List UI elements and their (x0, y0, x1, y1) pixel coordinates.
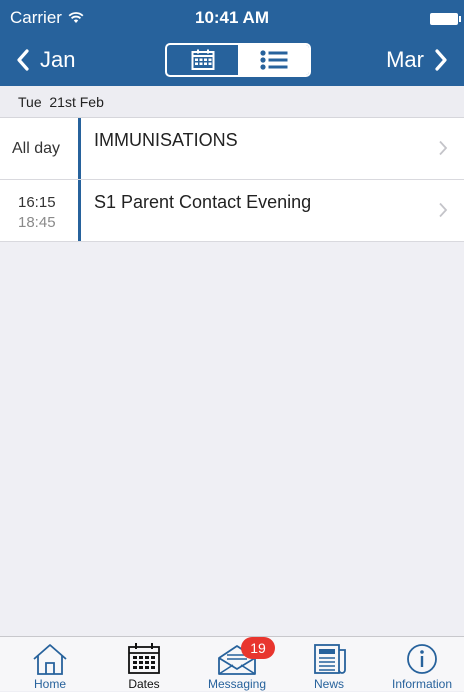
start-time: 16:15 (18, 194, 56, 211)
time-divider (78, 118, 81, 179)
list-view-button[interactable] (238, 45, 309, 75)
tab-news[interactable]: News (283, 637, 375, 692)
end-time: 18:45 (18, 214, 56, 231)
event-row-immunisations[interactable]: All day IMMUNISATIONS (0, 118, 464, 180)
battery-icon (430, 13, 461, 25)
tab-label: Dates (128, 677, 160, 691)
status-bar: Carrier 10:41 AM (0, 0, 464, 34)
previous-month-label: Jan (40, 47, 76, 72)
chevron-right-icon (435, 49, 447, 71)
home-icon (33, 644, 67, 675)
chevron-right-icon (439, 140, 448, 156)
status-time: 10:41 AM (194, 8, 269, 27)
tab-bar: Home Dates 19 Messaging News Information (0, 636, 464, 691)
all-day-label: All day (12, 140, 61, 157)
event-time: All day (0, 118, 78, 179)
tab-information[interactable]: Information (376, 637, 464, 692)
calendar-view-button[interactable] (167, 45, 238, 75)
tab-home[interactable]: Home (4, 637, 96, 692)
calendar-icon (191, 49, 214, 70)
tab-dates[interactable]: Dates (98, 637, 190, 692)
unread-badge: 19 (241, 637, 275, 659)
app-header: Carrier 10:41 AM Jan Mar (0, 0, 464, 86)
tab-label: News (313, 677, 344, 691)
info-icon (407, 644, 437, 674)
event-title: S1 Parent Contact Evening (94, 192, 312, 212)
date-section-header: Tue 21st Feb (0, 86, 464, 118)
time-divider (78, 180, 81, 241)
chevron-right-icon (439, 202, 448, 218)
calendar-icon (128, 643, 160, 674)
tab-label: Messaging (207, 677, 267, 691)
list-icon (259, 50, 287, 70)
tab-label: Information (391, 677, 453, 691)
event-title: IMMUNISATIONS (94, 130, 238, 150)
tab-label: Home (33, 677, 66, 691)
next-month-button[interactable]: Mar (386, 42, 448, 78)
date-label: Tue 21st Feb (18, 93, 104, 110)
event-time: 16:15 18:45 (0, 180, 78, 241)
next-month-label: Mar (386, 47, 424, 72)
chevron-left-icon (17, 49, 29, 71)
tab-messaging[interactable]: 19 Messaging (191, 637, 283, 692)
newspaper-icon (314, 644, 346, 674)
previous-month-button[interactable]: Jan (16, 42, 75, 78)
event-list: All day IMMUNISATIONS 16:15 18:45 S1 Par… (0, 118, 464, 242)
event-row-parent-contact-evening[interactable]: 16:15 18:45 S1 Parent Contact Evening (0, 180, 464, 242)
view-toggle (165, 43, 311, 77)
